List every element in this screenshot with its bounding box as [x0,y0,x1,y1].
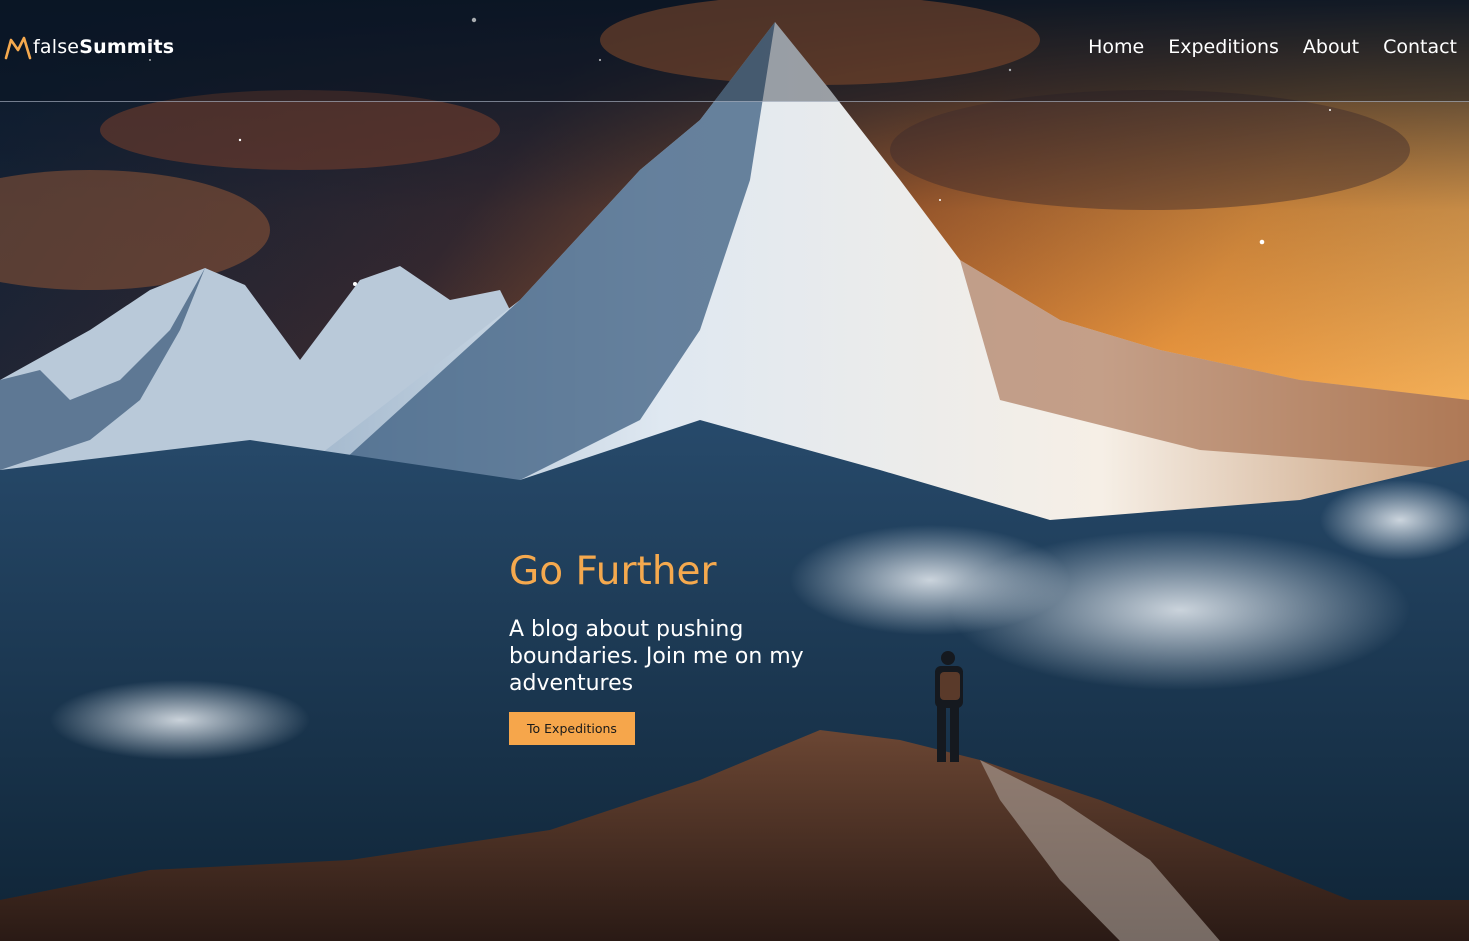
top-navigation-bar: false Summits Home Expeditions About Cont… [0,0,1469,102]
to-expeditions-button[interactable]: To Expeditions [509,712,635,745]
brand-logo[interactable]: false Summits [4,34,174,60]
nav-link-expeditions[interactable]: Expeditions [1168,36,1279,58]
nav-link-about[interactable]: About [1303,36,1359,58]
hero-title: Go Further [509,549,717,594]
hero-subtitle: A blog about pushing boundaries. Join me… [509,617,804,696]
mountain-peak-icon [4,36,32,59]
brand-name-bold: Summits [79,35,175,58]
hero-section: false Summits Home Expeditions About Cont… [0,0,1469,941]
nav-link-contact[interactable]: Contact [1383,36,1457,58]
brand-name-light: false [33,35,80,58]
hero-background-image [0,0,1469,941]
hero-content: Go Further A blog about pushing boundari… [509,548,869,745]
nav-links: Home Expeditions About Contact [1064,36,1457,58]
nav-link-home[interactable]: Home [1088,36,1144,58]
